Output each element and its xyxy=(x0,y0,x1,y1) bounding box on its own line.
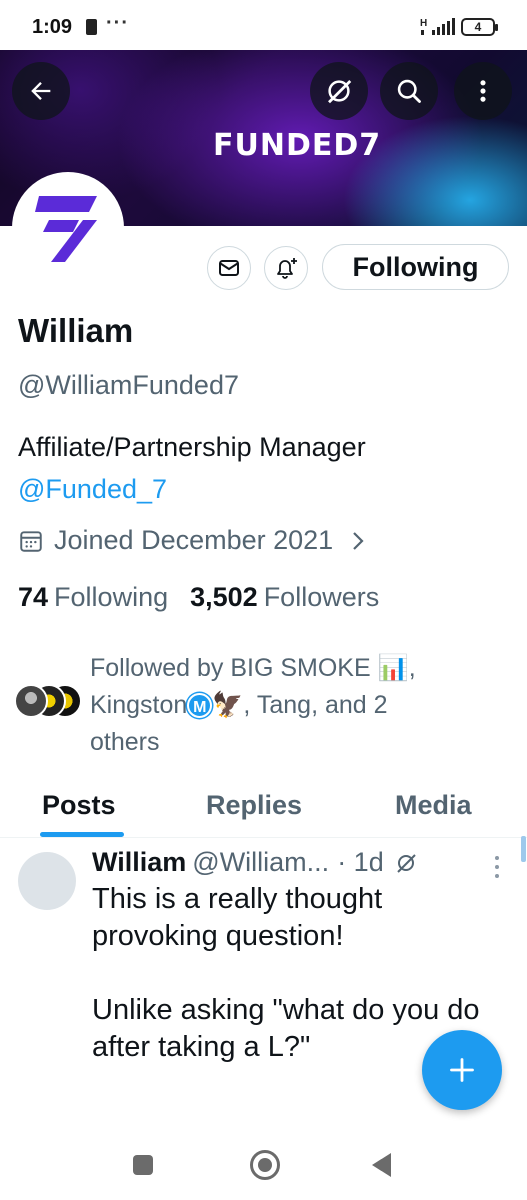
mutual-followers-avatars xyxy=(12,684,82,720)
bio-text: Affiliate/Partnership Manager xyxy=(18,432,366,462)
compose-post-button[interactable] xyxy=(422,1030,502,1110)
grok-icon[interactable] xyxy=(394,851,418,875)
banner-logo: FUNDED7 xyxy=(213,128,382,163)
followed-by-line1: Followed by BIG SMOKE 📊, xyxy=(90,654,416,682)
profile-bio: Affiliate/Partnership Manager @Funded_7 xyxy=(18,426,366,510)
notifications-button[interactable] xyxy=(264,246,308,290)
post-handle: @William... xyxy=(192,847,330,877)
tab-replies[interactable]: Replies xyxy=(206,790,302,821)
home-button[interactable] xyxy=(250,1150,280,1180)
m-badge-icon: M xyxy=(187,693,213,718)
arrow-left-icon xyxy=(31,82,51,100)
grok-icon xyxy=(328,80,352,104)
chevron-right-icon xyxy=(353,531,364,550)
followed-by-line3: others xyxy=(90,728,160,756)
profile-avatar[interactable] xyxy=(12,172,124,284)
plus-icon xyxy=(450,1058,474,1082)
profile-handle: @WilliamFunded7 xyxy=(18,370,239,400)
battery-icon: 4 xyxy=(461,18,498,36)
followers-label: Followers xyxy=(263,582,380,612)
bell-plus-icon xyxy=(277,258,297,279)
more-options-button[interactable] xyxy=(454,62,512,120)
following-stat[interactable]: 74 Following xyxy=(18,582,168,613)
tab-posts[interactable]: Posts xyxy=(42,790,116,821)
search-icon xyxy=(397,79,421,103)
following-button[interactable]: Following xyxy=(322,244,509,290)
profile-name: William xyxy=(18,312,134,349)
post-more-icon[interactable] xyxy=(492,853,502,881)
profile-tabs: Posts Replies Media xyxy=(0,778,527,838)
status-time: 1:09 xyxy=(32,16,73,38)
envelope-icon xyxy=(219,260,239,276)
more-vertical-icon xyxy=(480,80,486,102)
post-time: · 1d xyxy=(337,847,384,877)
funded7-logo-icon xyxy=(35,196,97,262)
message-button[interactable] xyxy=(207,246,251,290)
post-text: This is a really thought provoking quest… xyxy=(92,883,480,1063)
network-type-label: H xyxy=(420,18,427,29)
active-tab-indicator xyxy=(40,832,124,837)
avatar[interactable] xyxy=(18,852,76,910)
avatar xyxy=(14,684,48,718)
bio-mention-link[interactable]: @Funded_7 xyxy=(18,468,366,510)
grok-button[interactable] xyxy=(310,62,368,120)
system-nav-bar xyxy=(0,1130,527,1200)
joined-date: Joined December 2021 xyxy=(54,525,334,555)
signal-icon: H xyxy=(420,18,455,35)
post-author[interactable]: William xyxy=(92,847,186,878)
battery-saver-icon xyxy=(86,19,97,35)
profile-stats: 74 Following 3,502 Followers xyxy=(18,582,401,613)
followers-stat[interactable]: 3,502 Followers xyxy=(190,582,379,613)
calendar-icon xyxy=(20,530,42,552)
tab-media[interactable]: Media xyxy=(395,790,472,821)
back-button[interactable] xyxy=(12,62,70,120)
search-button[interactable] xyxy=(380,62,438,120)
following-count: 74 xyxy=(18,582,49,612)
joined-date-row[interactable]: Joined December 2021 xyxy=(18,525,367,556)
followed-by-kingston: Kingston xyxy=(90,691,188,719)
followers-count: 3,502 xyxy=(190,582,258,612)
following-label: Following xyxy=(54,582,169,612)
followed-by-line2: 🦅, Tang, and 2 xyxy=(212,691,388,719)
status-bar: 1:09 ··· H 4 xyxy=(0,0,527,50)
more-notifications-icon: ··· xyxy=(106,12,129,34)
recent-apps-button[interactable] xyxy=(133,1155,153,1175)
post-header: William @William... · 1d xyxy=(92,847,418,878)
followed-by-text: Followed by BIG SMOKE 📊, Kingston M 🦅, Tan… xyxy=(90,650,510,761)
back-nav-button[interactable] xyxy=(372,1153,391,1177)
